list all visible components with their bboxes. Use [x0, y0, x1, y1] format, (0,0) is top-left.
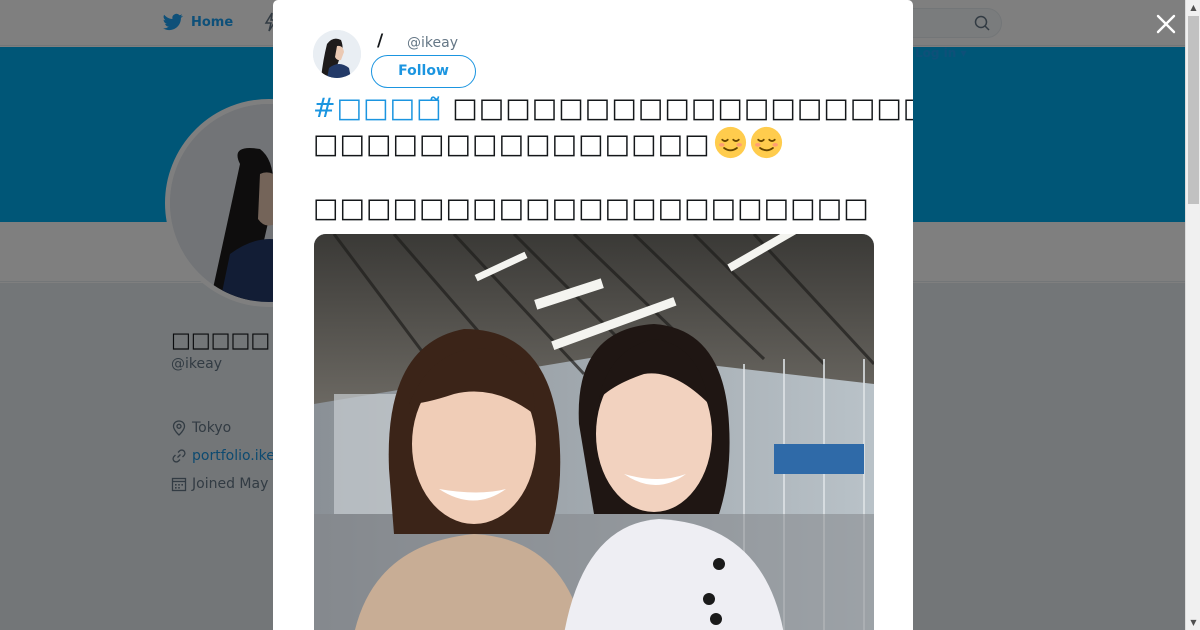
tweet-modal: / @ikeay Follow #□□□□̃ □□□□□□□□□□□□□□□□□… — [273, 0, 913, 630]
tweet-text-line-2: □□□□□□□□□□□□□□□ — [313, 126, 878, 162]
tweet-author-avatar[interactable] — [313, 30, 361, 78]
relieved-face-emoji — [750, 126, 782, 159]
scroll-up-arrow-icon[interactable]: ▲ — [1186, 0, 1200, 15]
tweet-text-spacer — [313, 162, 878, 192]
tweet-author-name[interactable]: / — [377, 31, 383, 51]
scrollbar-thumb[interactable] — [1188, 16, 1199, 204]
follow-button[interactable]: Follow — [371, 55, 476, 88]
tweet-text: #□□□□̃ □□□□□□□□□□□□□□□□□□□□□ □□□□□□□□□□□… — [313, 92, 913, 226]
tweet-text-line-1: #□□□□̃ □□□□□□□□□□□□□□□□□□□□□ — [313, 92, 913, 126]
tweet-text-line-3: □□□□□□□□□□□□□□□□□□□□□ — [313, 193, 870, 224]
tweet-hashtag[interactable]: #□□□□ — [313, 93, 443, 124]
tweet-text-line-1-rest: ̃ □□□□□□□□□□□□□□□□□□□□□ — [443, 93, 913, 124]
close-icon — [1156, 14, 1176, 34]
scroll-down-arrow-icon[interactable]: ▼ — [1186, 615, 1200, 630]
tweet-text-line-2-text: □□□□□□□□□□□□□□□ — [313, 129, 711, 160]
close-modal-button[interactable] — [1152, 10, 1180, 38]
relieved-face-emoji — [714, 126, 746, 159]
tweet-photo[interactable] — [314, 234, 874, 630]
tweet-author-handle[interactable]: @ikeay — [407, 35, 458, 51]
page-scrollbar[interactable]: ▲ ▼ — [1185, 0, 1200, 630]
